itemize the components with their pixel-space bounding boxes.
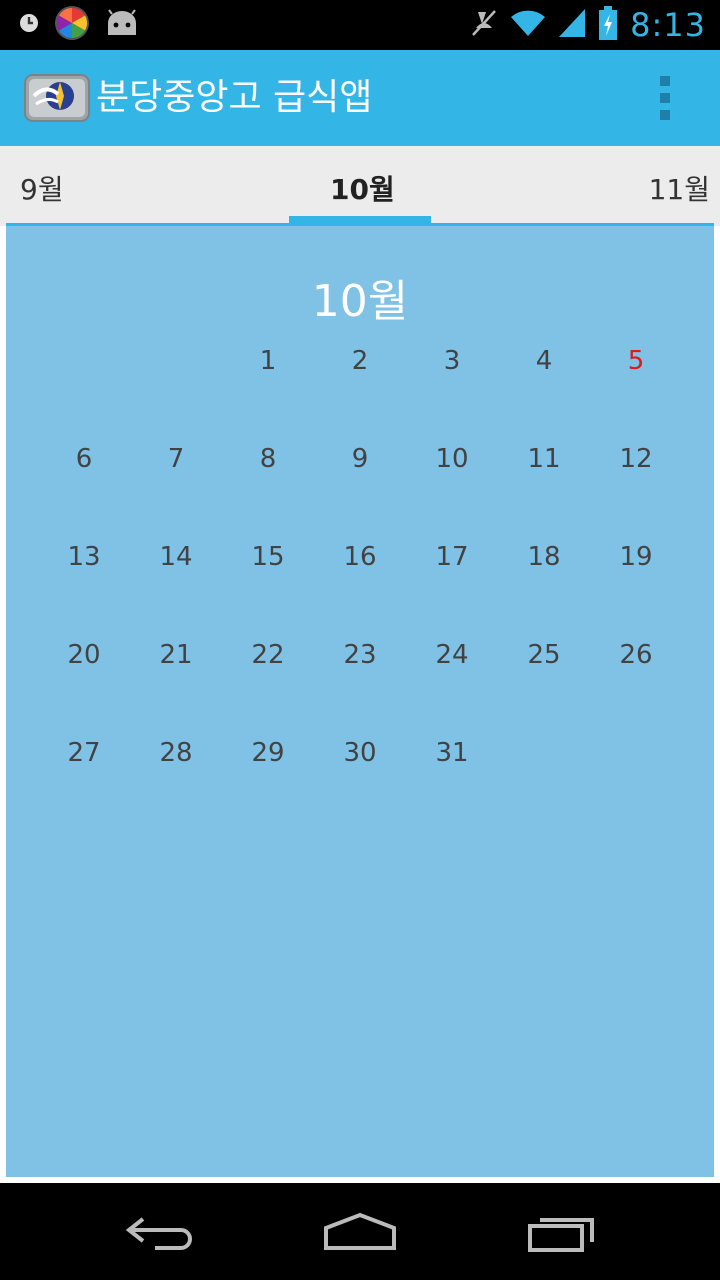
action-bar: 분당중앙고 급식앱 bbox=[0, 50, 720, 146]
calendar-day[interactable]: 30 bbox=[314, 737, 406, 769]
android-icon bbox=[104, 9, 140, 41]
calendar-day[interactable]: 24 bbox=[406, 639, 498, 671]
calendar-day[interactable]: 17 bbox=[406, 541, 498, 573]
calendar-day[interactable]: 11 bbox=[498, 443, 590, 475]
wifi-icon bbox=[510, 8, 546, 42]
calendar-day[interactable]: 18 bbox=[498, 541, 590, 573]
calendar-day[interactable]: 15 bbox=[222, 541, 314, 573]
home-button[interactable] bbox=[305, 1205, 415, 1265]
calendar-day[interactable]: 3 bbox=[406, 345, 498, 377]
calendar-day[interactable]: 20 bbox=[38, 639, 130, 671]
tab-current-month[interactable]: 10월 bbox=[330, 172, 395, 208]
calendar-day[interactable]: 27 bbox=[38, 737, 130, 769]
calendar-day[interactable]: 10 bbox=[406, 443, 498, 475]
app-logo-icon[interactable] bbox=[24, 74, 90, 122]
overflow-dot-icon bbox=[660, 76, 670, 86]
calendar-day[interactable]: 21 bbox=[130, 639, 222, 671]
calendar-day[interactable]: 4 bbox=[498, 345, 590, 377]
calendar-day[interactable]: 13 bbox=[38, 541, 130, 573]
signal-icon bbox=[558, 8, 586, 42]
mute-icon bbox=[470, 8, 498, 42]
calendar-day[interactable]: 29 bbox=[222, 737, 314, 769]
overflow-dot-icon bbox=[660, 110, 670, 120]
calendar-day[interactable]: 9 bbox=[314, 443, 406, 475]
recent-apps-button[interactable] bbox=[507, 1205, 617, 1265]
tab-indicator bbox=[289, 216, 431, 225]
calendar-day[interactable]: 22 bbox=[222, 639, 314, 671]
clock-icon bbox=[18, 12, 40, 38]
month-tab-strip: 9월 10월 11월 bbox=[0, 146, 720, 226]
app-title: 분당중앙고 급식앱 bbox=[96, 77, 373, 118]
back-button[interactable] bbox=[105, 1205, 215, 1265]
back-icon bbox=[125, 1213, 195, 1257]
overflow-dot-icon bbox=[660, 93, 670, 103]
home-icon bbox=[322, 1212, 398, 1258]
navigation-bar bbox=[0, 1185, 720, 1280]
status-bar-right: 8:13 bbox=[470, 0, 706, 50]
overflow-menu-button[interactable] bbox=[658, 76, 672, 120]
calendar-day[interactable]: 25 bbox=[498, 639, 590, 671]
calendar-day[interactable]: 14 bbox=[130, 541, 222, 573]
recent-apps-icon bbox=[526, 1212, 598, 1258]
calendar-day[interactable]: 1 bbox=[222, 345, 314, 377]
calendar-day[interactable]: 16 bbox=[314, 541, 406, 573]
battery-charging-icon bbox=[598, 6, 618, 44]
calendar-day[interactable]: 26 bbox=[590, 639, 682, 671]
calendar-day[interactable]: 28 bbox=[130, 737, 222, 769]
calendar-day[interactable]: 19 bbox=[590, 541, 682, 573]
tab-prev-month[interactable]: 9월 bbox=[20, 172, 64, 208]
calendar-day[interactable]: 7 bbox=[130, 443, 222, 475]
calendar-day[interactable]: 6 bbox=[38, 443, 130, 475]
main-content: 9월 10월 11월 10월 1 2 3 4 5 6 7 8 9 10 11 12 13 14 15 16 17… bbox=[0, 146, 720, 1183]
calendar-day[interactable]: 5 bbox=[590, 345, 682, 377]
calendar-day[interactable]: 2 bbox=[314, 345, 406, 377]
tab-next-month[interactable]: 11월 bbox=[649, 172, 710, 208]
color-wheel-icon bbox=[54, 5, 90, 45]
calendar-day[interactable]: 12 bbox=[590, 443, 682, 475]
status-bar: 8:13 bbox=[0, 0, 720, 50]
calendar-day[interactable]: 23 bbox=[314, 639, 406, 671]
status-time: 8:13 bbox=[630, 6, 706, 44]
calendar-panel: 10월 1 2 3 4 5 6 7 8 9 10 11 12 13 14 15 16 17 18 19 20 21 22 2… bbox=[6, 226, 714, 1177]
calendar-month-title: 10월 bbox=[311, 276, 409, 327]
calendar-day[interactable]: 8 bbox=[222, 443, 314, 475]
status-bar-left bbox=[18, 0, 140, 50]
calendar-day[interactable]: 31 bbox=[406, 737, 498, 769]
